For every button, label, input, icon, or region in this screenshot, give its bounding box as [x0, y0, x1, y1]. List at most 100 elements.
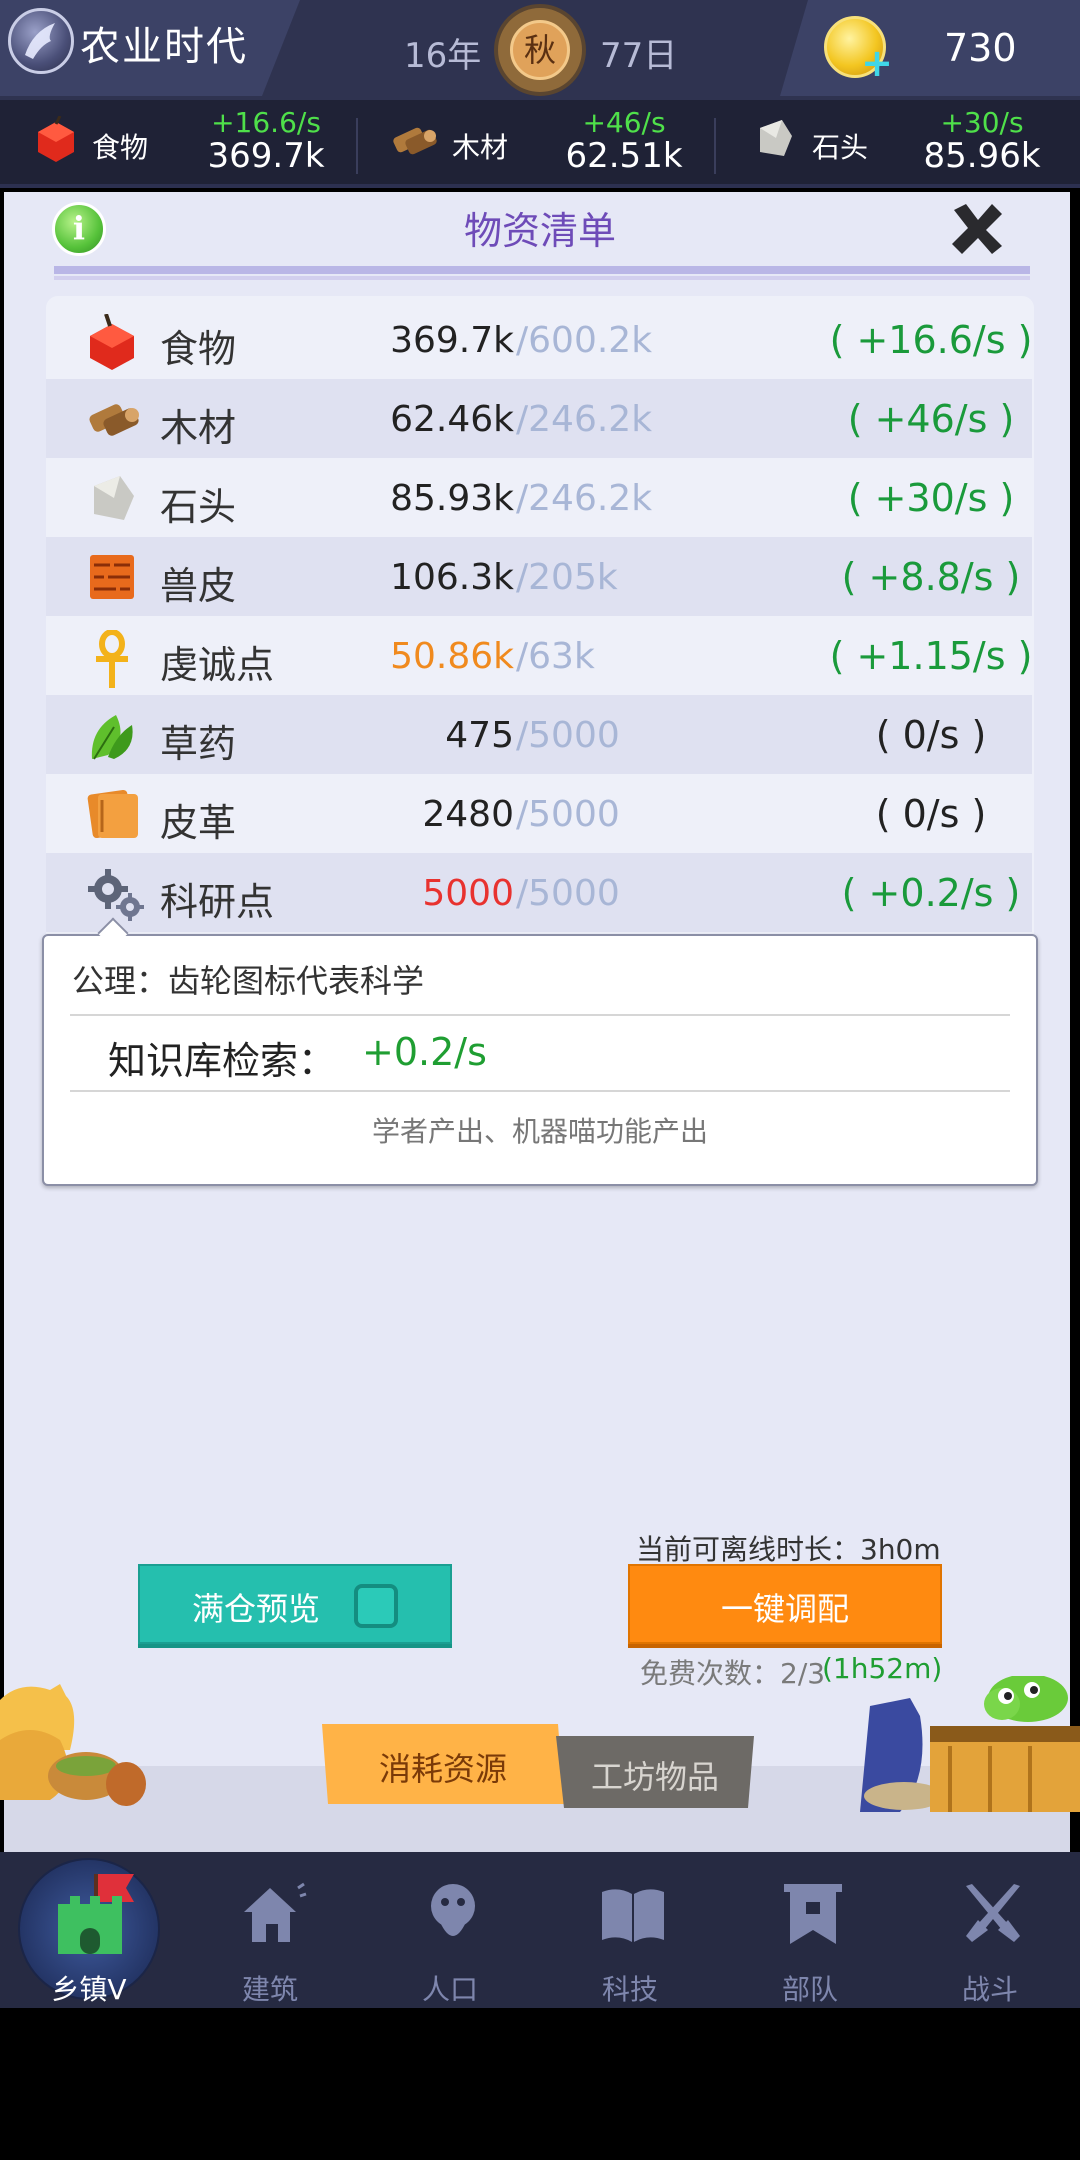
strip-food-rate: +16.6/s	[211, 106, 321, 139]
resource-rate: ( +1.15/s )	[829, 634, 1033, 678]
close-icon	[952, 204, 1002, 254]
strip-stone-label: 石头	[812, 131, 869, 164]
resource-row-leather[interactable]: 皮革 2480 /5000 ( 0/s )	[46, 774, 1032, 853]
strip-wood-rate: +46/s	[582, 106, 666, 139]
tooltip-divider	[70, 1090, 1010, 1092]
resource-rate: ( +30/s )	[847, 476, 1015, 520]
era-title: 农业时代	[80, 24, 248, 70]
stone-icon	[86, 472, 138, 524]
resource-current: 106.3k	[390, 557, 514, 598]
stone-icon	[752, 116, 796, 164]
resource-name: 木材	[160, 406, 237, 450]
tooltip-source-label: 知识库检索：	[108, 1039, 337, 1083]
nav-label: 科技	[601, 1973, 658, 2006]
nav-battle[interactable]: 战斗	[910, 1880, 1070, 2006]
tooltip-divider	[70, 1014, 1010, 1016]
apple-icon	[34, 115, 78, 168]
resource-name: 草药	[160, 722, 237, 766]
swords-icon	[966, 1884, 1020, 1942]
resource-capacity: /5000	[516, 873, 620, 914]
nav-buildings[interactable]: 建筑	[190, 1880, 350, 2006]
food-sacks-decoration	[0, 1680, 150, 1810]
tooltip-note: 学者产出、机器喵功能产出	[371, 1115, 708, 1148]
panel-title: 物资清单	[463, 209, 616, 253]
ankh-icon	[86, 629, 138, 688]
preview-label: 满仓预览	[192, 1590, 321, 1628]
preview-checkbox[interactable]	[354, 1584, 398, 1628]
person-icon	[431, 1884, 475, 1936]
resource-current: 475	[445, 715, 514, 756]
strip-wood-label: 木材	[452, 131, 509, 164]
resource-capacity: /246.2k	[516, 399, 653, 440]
free-uses-label: 免费次数：2/3	[640, 1657, 826, 1690]
resource-row-science[interactable]: 科研点 5000 /5000 ( +0.2/s )	[46, 853, 1032, 932]
close-button[interactable]	[944, 196, 1010, 262]
resource-row-stone[interactable]: 石头 85.93k /246.2k ( +30/s )	[46, 458, 1032, 537]
nav-town-label: 乡镇V	[51, 1973, 127, 2006]
resource-row-faith[interactable]: 虔诚点 50.86k /63k ( +1.15/s )	[46, 616, 1032, 695]
resource-rate: ( +8.8/s )	[841, 555, 1021, 599]
resource-row-hide[interactable]: 兽皮 106.3k /205k ( +8.8/s )	[46, 537, 1032, 616]
nav-population[interactable]: 人口	[370, 1880, 530, 2006]
nav-technology[interactable]: 科技	[550, 1880, 710, 2006]
title-divider	[54, 276, 1030, 280]
strip-divider	[356, 118, 358, 174]
title-divider	[54, 266, 1030, 274]
resource-current: 85.93k	[390, 478, 514, 519]
resource-rate: ( +0.2/s )	[841, 871, 1021, 915]
resource-capacity: /600.2k	[516, 320, 653, 361]
tooltip-source-value: +0.2/s	[362, 1030, 487, 1074]
resource-current: 5000	[422, 873, 514, 914]
season-badge[interactable]: 秋	[510, 20, 570, 80]
resource-rate: ( +16.6/s )	[829, 318, 1033, 362]
resource-name: 兽皮	[160, 564, 237, 608]
house-icon	[244, 1882, 307, 1942]
resource-capacity: /63k	[516, 636, 595, 677]
strip-food-label: 食物	[92, 131, 149, 164]
tab-workshop-label: 工坊物品	[590, 1758, 719, 1796]
wood-icon	[86, 393, 139, 445]
resource-name: 石头	[160, 485, 237, 529]
book-icon	[602, 1889, 664, 1942]
resource-row-food[interactable]: 食物 369.7k /600.2k ( +16.6/s )	[46, 300, 1032, 379]
castle-icon	[58, 1874, 134, 1954]
resource-rate: ( 0/s )	[875, 713, 987, 757]
nav-label: 部队	[781, 1973, 838, 2006]
resource-current: 2480	[422, 794, 514, 835]
resource-capacity: /5000	[516, 794, 620, 835]
era-emblem-icon	[8, 8, 74, 74]
resource-rate: ( 0/s )	[875, 792, 987, 836]
resource-capacity: /5000	[516, 715, 620, 756]
tooltip-title: 公理：齿轮图标代表科学	[72, 962, 425, 1000]
nav-label: 战斗	[961, 1973, 1018, 2006]
resource-current: 50.86k	[390, 636, 514, 677]
herb-icon	[86, 709, 138, 761]
resource-row-herb[interactable]: 草药 475 /5000 ( 0/s )	[46, 695, 1032, 774]
strip-stone-total: 85.96k	[923, 136, 1041, 176]
auto-allocate-label: 一键调配	[720, 1590, 849, 1628]
resource-name: 虔诚点	[160, 643, 275, 687]
date-year: 16年	[404, 36, 482, 76]
nav-troops[interactable]: 部队	[730, 1880, 890, 2006]
date-day: 77日	[600, 36, 678, 76]
resource-name: 科研点	[160, 880, 275, 924]
strip-divider	[714, 118, 716, 174]
hide-icon	[86, 551, 138, 603]
supply-chest-decoration	[860, 1674, 1080, 1812]
resource-current: 62.46k	[390, 399, 514, 440]
resource-name: 食物	[160, 327, 237, 371]
leather-icon	[86, 788, 138, 840]
nav-label: 建筑	[241, 1973, 298, 2006]
nav-label: 人口	[421, 1973, 478, 2006]
strip-food-total: 369.7k	[207, 136, 325, 176]
apple-icon	[86, 313, 138, 370]
resource-name: 皮革	[160, 801, 237, 845]
resource-capacity: /205k	[516, 557, 618, 598]
resource-current: 369.7k	[390, 320, 514, 361]
resource-row-wood[interactable]: 木材 62.46k /246.2k ( +46/s )	[46, 379, 1032, 458]
gears-icon	[86, 867, 144, 921]
add-gold-icon[interactable]: +	[860, 44, 894, 82]
tab-consume-label: 消耗资源	[378, 1750, 507, 1788]
banner-icon	[784, 1884, 842, 1944]
gold-amount: 730	[944, 26, 1017, 70]
